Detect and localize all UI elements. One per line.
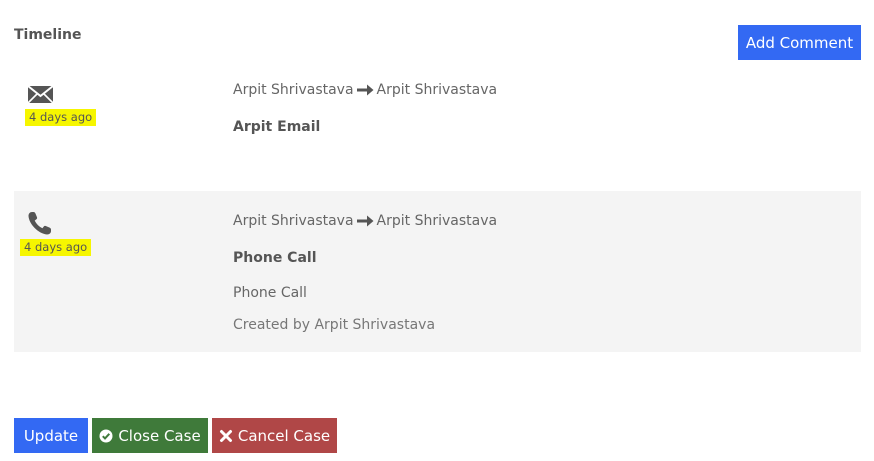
arrow-right-icon <box>356 215 374 227</box>
close-case-button[interactable]: Close Case <box>92 418 208 453</box>
participants: Arpit Shrivastava Arpit Shrivastava <box>233 82 497 98</box>
update-button[interactable]: Update <box>14 418 88 453</box>
add-comment-button[interactable]: Add Comment <box>738 25 861 60</box>
from-name: Arpit Shrivastava <box>233 213 354 229</box>
phone-icon <box>26 209 54 237</box>
timeline-entry-phone-call: 4 days ago Arpit Shrivastava Arpit Shriv… <box>14 191 861 352</box>
case-timeline-panel: Timeline Add Comment 4 days ago Arpit Sh… <box>0 0 874 461</box>
time-ago-badge: 4 days ago <box>20 239 92 256</box>
timeline-heading: Timeline <box>14 27 82 43</box>
participants: Arpit Shrivastava Arpit Shrivastava <box>233 213 497 229</box>
close-icon <box>219 429 232 442</box>
from-name: Arpit Shrivastava <box>233 82 354 98</box>
to-name: Arpit Shrivastava <box>376 82 498 98</box>
cancel-case-label: Cancel Case <box>237 426 331 445</box>
time-ago-badge: 4 days ago <box>25 109 97 126</box>
entry-subject: Arpit Email <box>233 119 321 135</box>
timeline-entry-email: 4 days ago Arpit Shrivastava Arpit Shriv… <box>14 62 861 182</box>
entry-created-by: Created by Arpit Shrivastava <box>233 317 436 333</box>
to-name: Arpit Shrivastava <box>376 213 498 229</box>
envelope-icon <box>27 80 55 108</box>
check-circle-icon <box>99 429 113 442</box>
entry-subject: Phone Call <box>233 250 317 266</box>
entry-description: Phone Call <box>233 285 307 301</box>
close-case-label: Close Case <box>118 426 201 445</box>
cancel-case-button[interactable]: Cancel Case <box>212 418 337 453</box>
update-button-label: Update <box>23 426 79 445</box>
arrow-right-icon <box>356 84 374 96</box>
